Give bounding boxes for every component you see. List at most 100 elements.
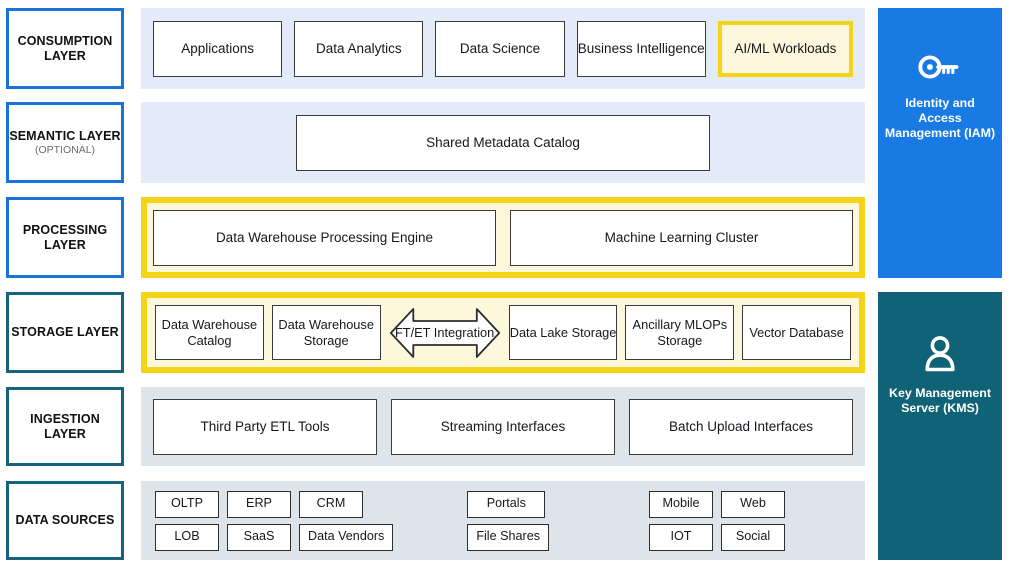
data-source-file-shares[interactable]: File Shares: [467, 523, 550, 551]
data-source-label: OLTP: [171, 496, 203, 511]
node-label: Ancillary MLOPs Storage: [632, 317, 728, 348]
node-label: Shared Metadata Catalog: [426, 134, 580, 150]
node-label: Data Science: [459, 40, 541, 56]
data-sources-row: Portals: [467, 490, 549, 518]
data-sources-band: OLTP ERP CRM LOB SaaS Data Vendors Porta…: [141, 481, 865, 560]
node-label: Business Intelligence: [577, 40, 705, 56]
node-label: Third Party ETL Tools: [200, 418, 330, 434]
data-sources-row: Mobile Web: [649, 490, 786, 518]
data-source-label: LOB: [174, 529, 200, 544]
layer-label-title: SEMANTIC LAYER: [9, 128, 121, 143]
node-label: FT/ET Integration: [394, 324, 495, 340]
node-label: Batch Upload Interfaces: [668, 418, 814, 434]
node-label: Streaming Interfaces: [440, 418, 566, 434]
data-sources-group-channels: Mobile Web IOT Social: [649, 490, 786, 551]
node-shared-metadata-catalog[interactable]: Shared Metadata Catalog: [296, 114, 710, 171]
processing-node-list: Data Warehouse Processing Engine Machine…: [147, 203, 859, 272]
user-icon: [923, 336, 957, 372]
node-label: Data Analytics: [316, 40, 402, 56]
layer-label-data-sources[interactable]: DATA SOURCES: [6, 481, 124, 560]
data-source-label: Data Vendors: [308, 529, 385, 544]
layer-label-title: STORAGE LAYER: [11, 325, 119, 340]
architecture-diagram: CONSUMPTION LAYER SEMANTIC LAYER (OPTION…: [0, 0, 1016, 563]
data-source-data-vendors[interactable]: Data Vendors: [299, 523, 394, 551]
layer-label-title: INGESTION LAYER: [30, 412, 100, 441]
node-streaming-interfaces[interactable]: Streaming Interfaces: [391, 398, 615, 455]
node-label: Data Warehouse Catalog: [161, 317, 258, 348]
ingestion-node-list: Third Party ETL Tools Streaming Interfac…: [141, 387, 865, 466]
data-sources-row: LOB SaaS Data Vendors: [155, 523, 394, 551]
data-source-web[interactable]: Web: [721, 490, 786, 518]
node-ft-et-integration[interactable]: FT/ET Integration: [389, 305, 501, 361]
node-third-party-etl-tools[interactable]: Third Party ETL Tools: [153, 398, 377, 455]
layer-label-subtitle: (OPTIONAL): [34, 143, 96, 156]
node-label: Vector Database: [749, 324, 844, 340]
layer-label-title: CONSUMPTION LAYER: [17, 34, 113, 63]
key-icon: [918, 52, 962, 82]
data-source-oltp[interactable]: OLTP: [155, 490, 219, 518]
data-sources-group-enterprise: OLTP ERP CRM LOB SaaS Data Vendors: [155, 490, 394, 551]
node-label: Data Warehouse Storage: [278, 317, 374, 348]
node-applications[interactable]: Applications: [153, 20, 283, 77]
node-vector-database[interactable]: Vector Database: [742, 305, 852, 360]
data-source-portals[interactable]: Portals: [467, 490, 546, 518]
layer-label-ingestion[interactable]: INGESTION LAYER: [6, 387, 124, 466]
node-business-intelligence[interactable]: Business Intelligence: [576, 20, 706, 77]
node-data-warehouse-catalog[interactable]: Data Warehouse Catalog: [155, 305, 264, 360]
node-label: AI/ML Workloads: [734, 40, 837, 56]
node-machine-learning-cluster[interactable]: Machine Learning Cluster: [510, 209, 853, 266]
node-batch-upload-interfaces[interactable]: Batch Upload Interfaces: [629, 398, 853, 455]
data-source-label: ERP: [246, 496, 272, 511]
data-source-label: IOT: [670, 529, 692, 544]
semantic-layer-band: Shared Metadata Catalog: [141, 102, 865, 183]
data-sources-row: OLTP ERP CRM: [155, 490, 393, 518]
layer-label-processing[interactable]: PROCESSING LAYER: [6, 197, 124, 278]
data-source-label: Mobile: [662, 496, 700, 511]
layer-label-storage[interactable]: STORAGE LAYER: [6, 292, 124, 373]
layer-label-title: PROCESSING LAYER: [22, 223, 108, 252]
node-ancillary-mlops-storage[interactable]: Ancillary MLOPs Storage: [625, 305, 735, 360]
node-data-analytics[interactable]: Data Analytics: [294, 20, 424, 77]
data-source-label: SaaS: [243, 529, 275, 544]
side-panel-title: Identity and Access Management (IAM): [884, 96, 996, 141]
data-source-erp[interactable]: ERP: [227, 490, 291, 518]
data-sources-group-portals: Portals File Shares: [467, 490, 550, 551]
data-source-label: Portals: [486, 496, 526, 511]
ingestion-layer-band: Third Party ETL Tools Streaming Interfac…: [141, 387, 865, 466]
side-panel-kms[interactable]: Key Management Server (KMS): [878, 292, 1002, 560]
node-data-science[interactable]: Data Science: [435, 20, 565, 77]
data-source-label: CRM: [316, 496, 346, 511]
data-source-saas[interactable]: SaaS: [227, 523, 291, 551]
node-label: Applications: [181, 40, 254, 56]
layer-label-column: CONSUMPTION LAYER SEMANTIC LAYER (OPTION…: [6, 0, 130, 563]
semantic-node-list: Shared Metadata Catalog: [141, 102, 865, 183]
processing-layer-band: Data Warehouse Processing Engine Machine…: [141, 197, 865, 278]
consumption-layer-band: Applications Data Analytics Data Science…: [141, 8, 865, 89]
data-source-crm[interactable]: CRM: [299, 490, 363, 518]
node-data-warehouse-processing-engine[interactable]: Data Warehouse Processing Engine: [153, 209, 496, 266]
side-panel-title: Key Management Server (KMS): [889, 386, 991, 416]
storage-node-list: Data Warehouse Catalog Data Warehouse St…: [147, 298, 859, 367]
data-sources-row: File Shares: [467, 523, 550, 551]
node-ai-ml-workloads[interactable]: AI/ML Workloads: [717, 20, 854, 77]
data-source-lob[interactable]: LOB: [155, 523, 219, 551]
side-panel-iam[interactable]: Identity and Access Management (IAM): [878, 8, 1002, 278]
consumption-node-list: Applications Data Analytics Data Science…: [141, 8, 865, 89]
storage-layer-band: Data Warehouse Catalog Data Warehouse St…: [141, 292, 865, 373]
data-source-iot[interactable]: IOT: [649, 523, 714, 551]
layer-label-semantic[interactable]: SEMANTIC LAYER (OPTIONAL): [6, 102, 124, 183]
layer-label-title: DATA SOURCES: [15, 513, 115, 528]
data-sources-row: IOT Social: [649, 523, 786, 551]
node-label: Data Lake Storage: [509, 324, 617, 340]
data-source-label: Social: [735, 529, 771, 544]
data-source-mobile[interactable]: Mobile: [649, 490, 714, 518]
node-label: Machine Learning Cluster: [604, 229, 759, 245]
data-source-label: File Shares: [476, 529, 541, 544]
node-data-warehouse-storage[interactable]: Data Warehouse Storage: [271, 305, 381, 360]
node-label: Data Warehouse Processing Engine: [215, 229, 434, 245]
data-source-social[interactable]: Social: [721, 523, 786, 551]
data-source-label: Web: [740, 496, 766, 511]
node-data-lake-storage[interactable]: Data Lake Storage: [508, 305, 618, 360]
layer-label-consumption[interactable]: CONSUMPTION LAYER: [6, 8, 124, 89]
data-sources-group-list: OLTP ERP CRM LOB SaaS Data Vendors Porta…: [141, 481, 865, 560]
